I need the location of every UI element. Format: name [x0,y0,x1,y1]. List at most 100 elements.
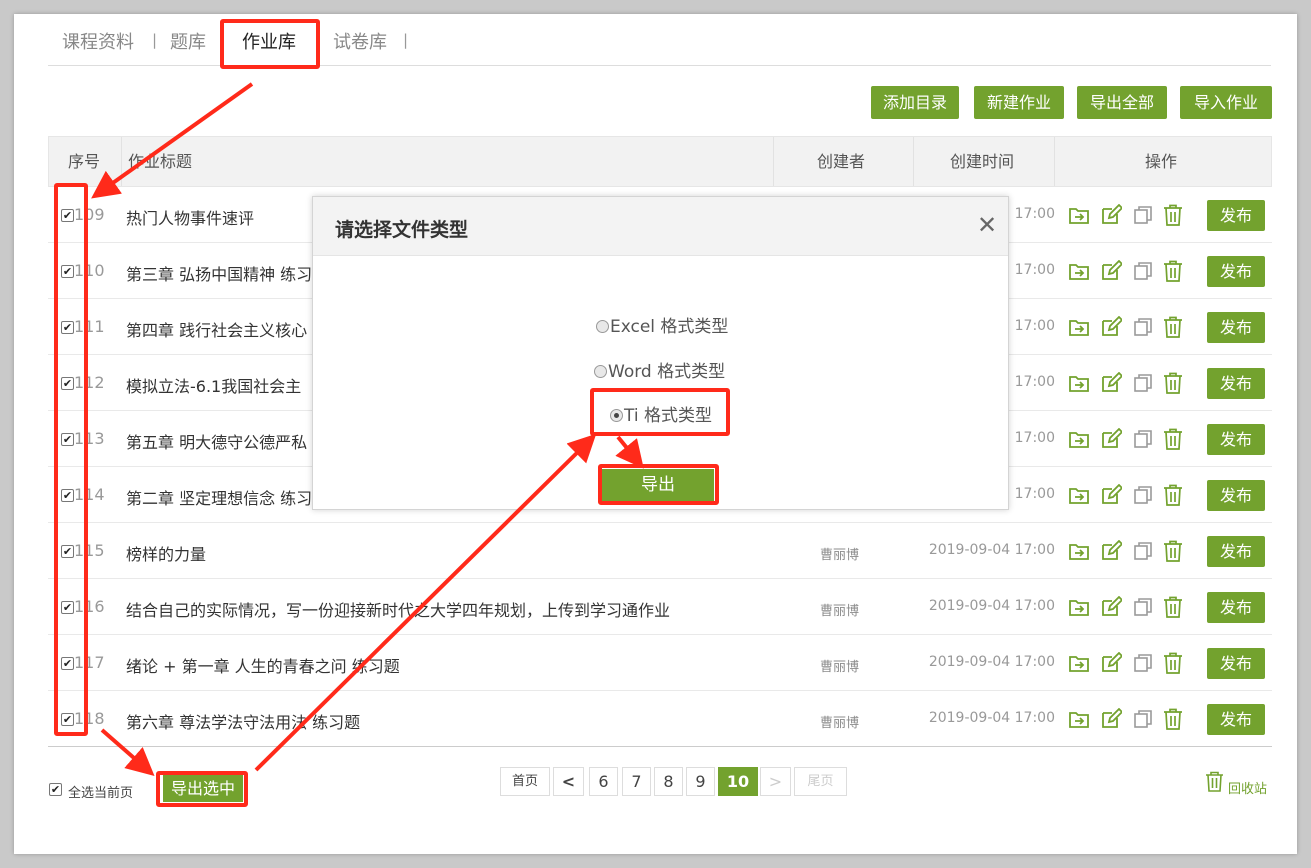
row-title[interactable]: 榜样的力量 [126,541,206,565]
pagination-page[interactable]: 7 [622,767,651,796]
publish-button[interactable]: 发布 [1207,424,1265,455]
delete-icon[interactable] [1162,540,1184,562]
row-title[interactable]: 第六章 尊法学法守法用法 练习题 [126,709,360,733]
move-to-icon[interactable] [1068,484,1090,506]
edit-icon[interactable] [1100,707,1124,730]
export-all-button[interactable]: 导出全部 [1077,86,1167,119]
edit-icon[interactable] [1100,651,1124,674]
radio-icon[interactable] [610,409,623,422]
publish-button[interactable]: 发布 [1207,648,1265,679]
row-title[interactable]: 热门人物事件速评 [126,205,254,229]
publish-button[interactable]: 发布 [1207,368,1265,399]
publish-button[interactable]: 发布 [1207,592,1265,623]
row-checkbox[interactable]: ✔ [61,545,74,558]
radio-icon[interactable] [596,320,609,333]
pagination-current-page[interactable]: 10 [718,767,758,796]
close-icon[interactable]: ✕ [977,211,997,239]
delete-icon[interactable] [1162,260,1184,282]
delete-icon[interactable] [1162,652,1184,674]
pagination-page[interactable]: 8 [654,767,683,796]
move-to-icon[interactable] [1068,428,1090,450]
delete-icon[interactable] [1162,428,1184,450]
delete-icon[interactable] [1162,204,1184,226]
copy-icon[interactable] [1132,708,1154,730]
row-title[interactable]: 结合自己的实际情况，写一份迎接新时代之大学四年规划，上传到学习通作业 [126,597,670,621]
new-homework-button[interactable]: 新建作业 [974,86,1064,119]
delete-icon[interactable] [1162,596,1184,618]
pagination-page[interactable]: 6 [589,767,618,796]
pagination-page[interactable]: 9 [686,767,715,796]
delete-icon[interactable] [1162,484,1184,506]
option-word[interactable]: Word 格式类型 [594,357,725,382]
radio-icon[interactable] [594,365,607,378]
edit-icon[interactable] [1100,203,1124,226]
copy-icon[interactable] [1132,540,1154,562]
add-catalog-button[interactable]: 添加目录 [871,86,959,119]
row-checkbox[interactable]: ✔ [61,657,74,670]
publish-button[interactable]: 发布 [1207,312,1265,343]
select-all-checkbox[interactable]: ✔ [49,783,62,796]
publish-button[interactable]: 发布 [1207,536,1265,567]
row-checkbox[interactable]: ✔ [61,601,74,614]
copy-icon[interactable] [1132,204,1154,226]
edit-icon[interactable] [1100,483,1124,506]
row-checkbox[interactable]: ✔ [61,433,74,446]
edit-icon[interactable] [1100,315,1124,338]
publish-button[interactable]: 发布 [1207,256,1265,287]
publish-button[interactable]: 发布 [1207,704,1265,735]
edit-icon[interactable] [1100,427,1124,450]
row-checkbox[interactable]: ✔ [61,377,74,390]
move-to-icon[interactable] [1068,260,1090,282]
publish-button[interactable]: 发布 [1207,480,1265,511]
row-checkbox[interactable]: ✔ [61,713,74,726]
move-to-icon[interactable] [1068,204,1090,226]
row-checkbox[interactable]: ✔ [61,265,74,278]
tab-question-bank[interactable]: 题库 [170,28,206,54]
row-checkbox[interactable]: ✔ [61,209,74,222]
row-checkbox[interactable]: ✔ [61,489,74,502]
edit-icon[interactable] [1100,539,1124,562]
pagination-last[interactable]: 尾页 [794,767,847,796]
row-title[interactable]: 第五章 明大德守公德严私 [126,429,307,453]
publish-button[interactable]: 发布 [1207,200,1265,231]
export-selected-button[interactable]: 导出选中 [163,775,243,802]
tab-exam-library[interactable]: 试卷库 [333,28,387,54]
copy-icon[interactable] [1132,652,1154,674]
tab-homework-library[interactable]: 作业库 [242,28,296,54]
option-excel[interactable]: Excel 格式类型 [596,312,728,337]
export-button[interactable]: 导出 [602,469,714,502]
pagination-next[interactable]: > [760,767,791,796]
copy-icon[interactable] [1132,484,1154,506]
move-to-icon[interactable] [1068,652,1090,674]
delete-icon[interactable] [1162,708,1184,730]
delete-icon[interactable] [1162,372,1184,394]
row-checkbox[interactable]: ✔ [61,321,74,334]
copy-icon[interactable] [1132,372,1154,394]
option-ti[interactable]: Ti 格式类型 [610,401,712,426]
row-number: 111 [74,317,105,336]
row-title[interactable]: 绪论 + 第一章 人生的青春之问 练习题 [126,653,400,677]
row-title[interactable]: 第四章 践行社会主义核心 [126,317,307,341]
move-to-icon[interactable] [1068,708,1090,730]
delete-icon[interactable] [1162,316,1184,338]
edit-icon[interactable] [1100,595,1124,618]
move-to-icon[interactable] [1068,540,1090,562]
row-title[interactable]: 模拟立法-6.1我国社会主 [126,373,301,397]
copy-icon[interactable] [1132,260,1154,282]
recycle-bin-link[interactable]: 回收站 [1228,778,1267,797]
import-homework-button[interactable]: 导入作业 [1180,86,1272,119]
copy-icon[interactable] [1132,596,1154,618]
row-title[interactable]: 第二章 坚定理想信念 练习 [126,485,312,509]
edit-icon[interactable] [1100,259,1124,282]
copy-icon[interactable] [1132,316,1154,338]
recycle-bin-icon[interactable] [1205,771,1224,792]
row-title[interactable]: 第三章 弘扬中国精神 练习 [126,261,312,285]
edit-icon[interactable] [1100,371,1124,394]
move-to-icon[interactable] [1068,372,1090,394]
pagination-first[interactable]: 首页 [500,767,550,796]
move-to-icon[interactable] [1068,596,1090,618]
copy-icon[interactable] [1132,428,1154,450]
pagination-prev[interactable]: < [553,767,584,796]
tab-course-materials[interactable]: 课程资料 [62,28,134,54]
move-to-icon[interactable] [1068,316,1090,338]
